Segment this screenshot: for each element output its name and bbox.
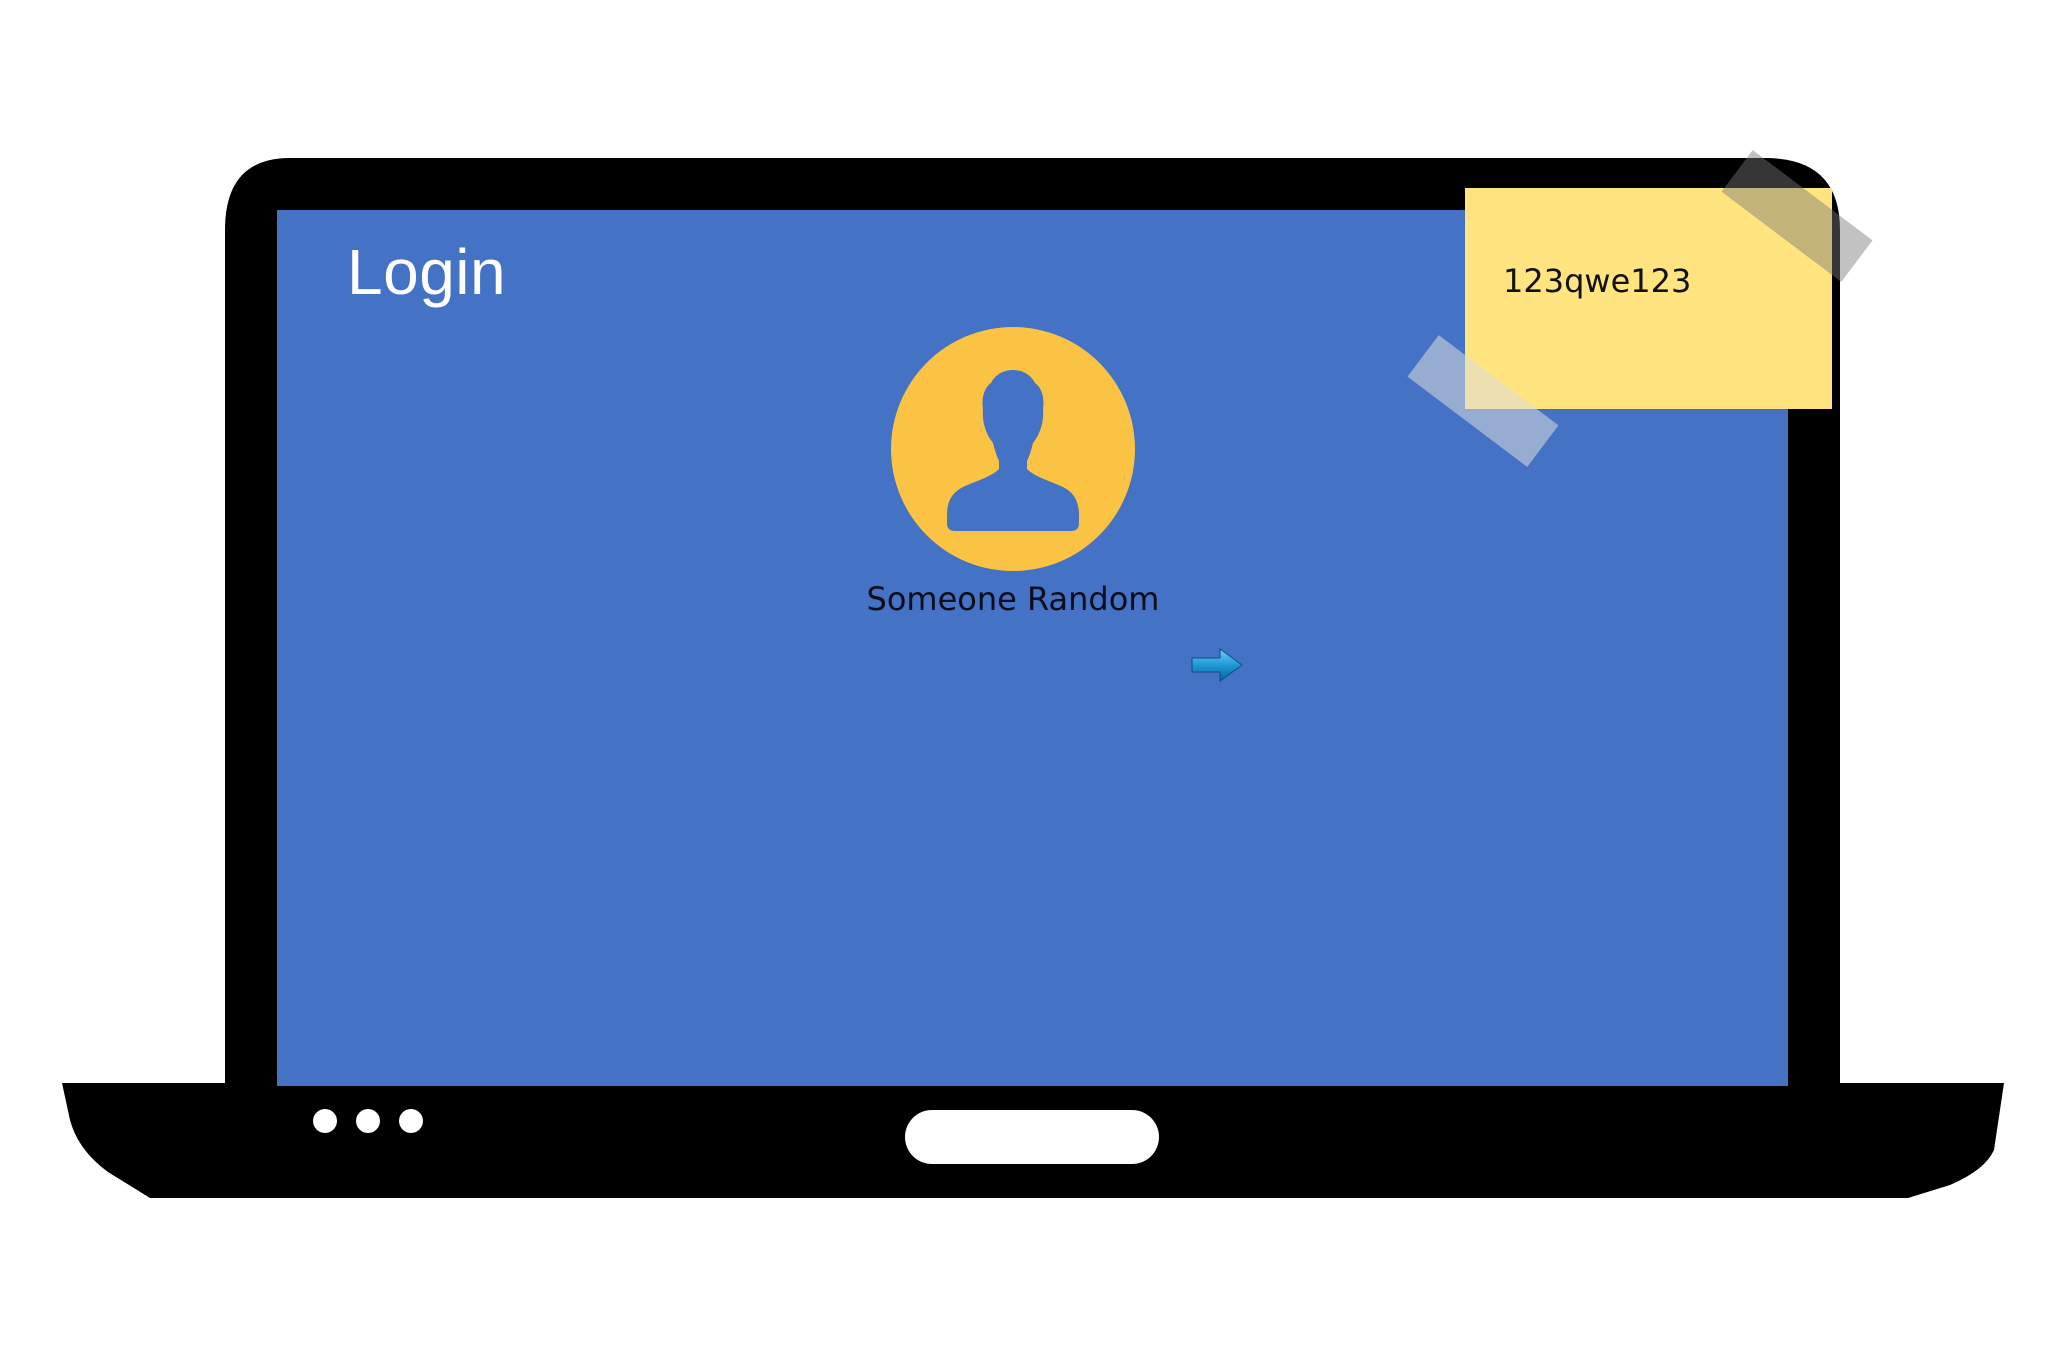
user-silhouette-icon — [947, 370, 1079, 531]
submit-arrow-button[interactable] — [1190, 646, 1244, 684]
indicator-lights — [313, 1109, 423, 1133]
page-title: Login — [347, 236, 507, 308]
username-label: Someone Random — [866, 580, 1160, 618]
user-avatar[interactable] — [891, 327, 1135, 571]
indicator-light — [313, 1109, 337, 1133]
trackpad — [905, 1110, 1159, 1164]
sticky-note-password: 123qwe123 — [1503, 262, 1692, 300]
indicator-light — [399, 1109, 423, 1133]
arrow-right-icon — [1191, 648, 1243, 682]
indicator-light — [356, 1109, 380, 1133]
laptop-illustration: Login Someone Random 123qwe123 — [0, 0, 2056, 1347]
